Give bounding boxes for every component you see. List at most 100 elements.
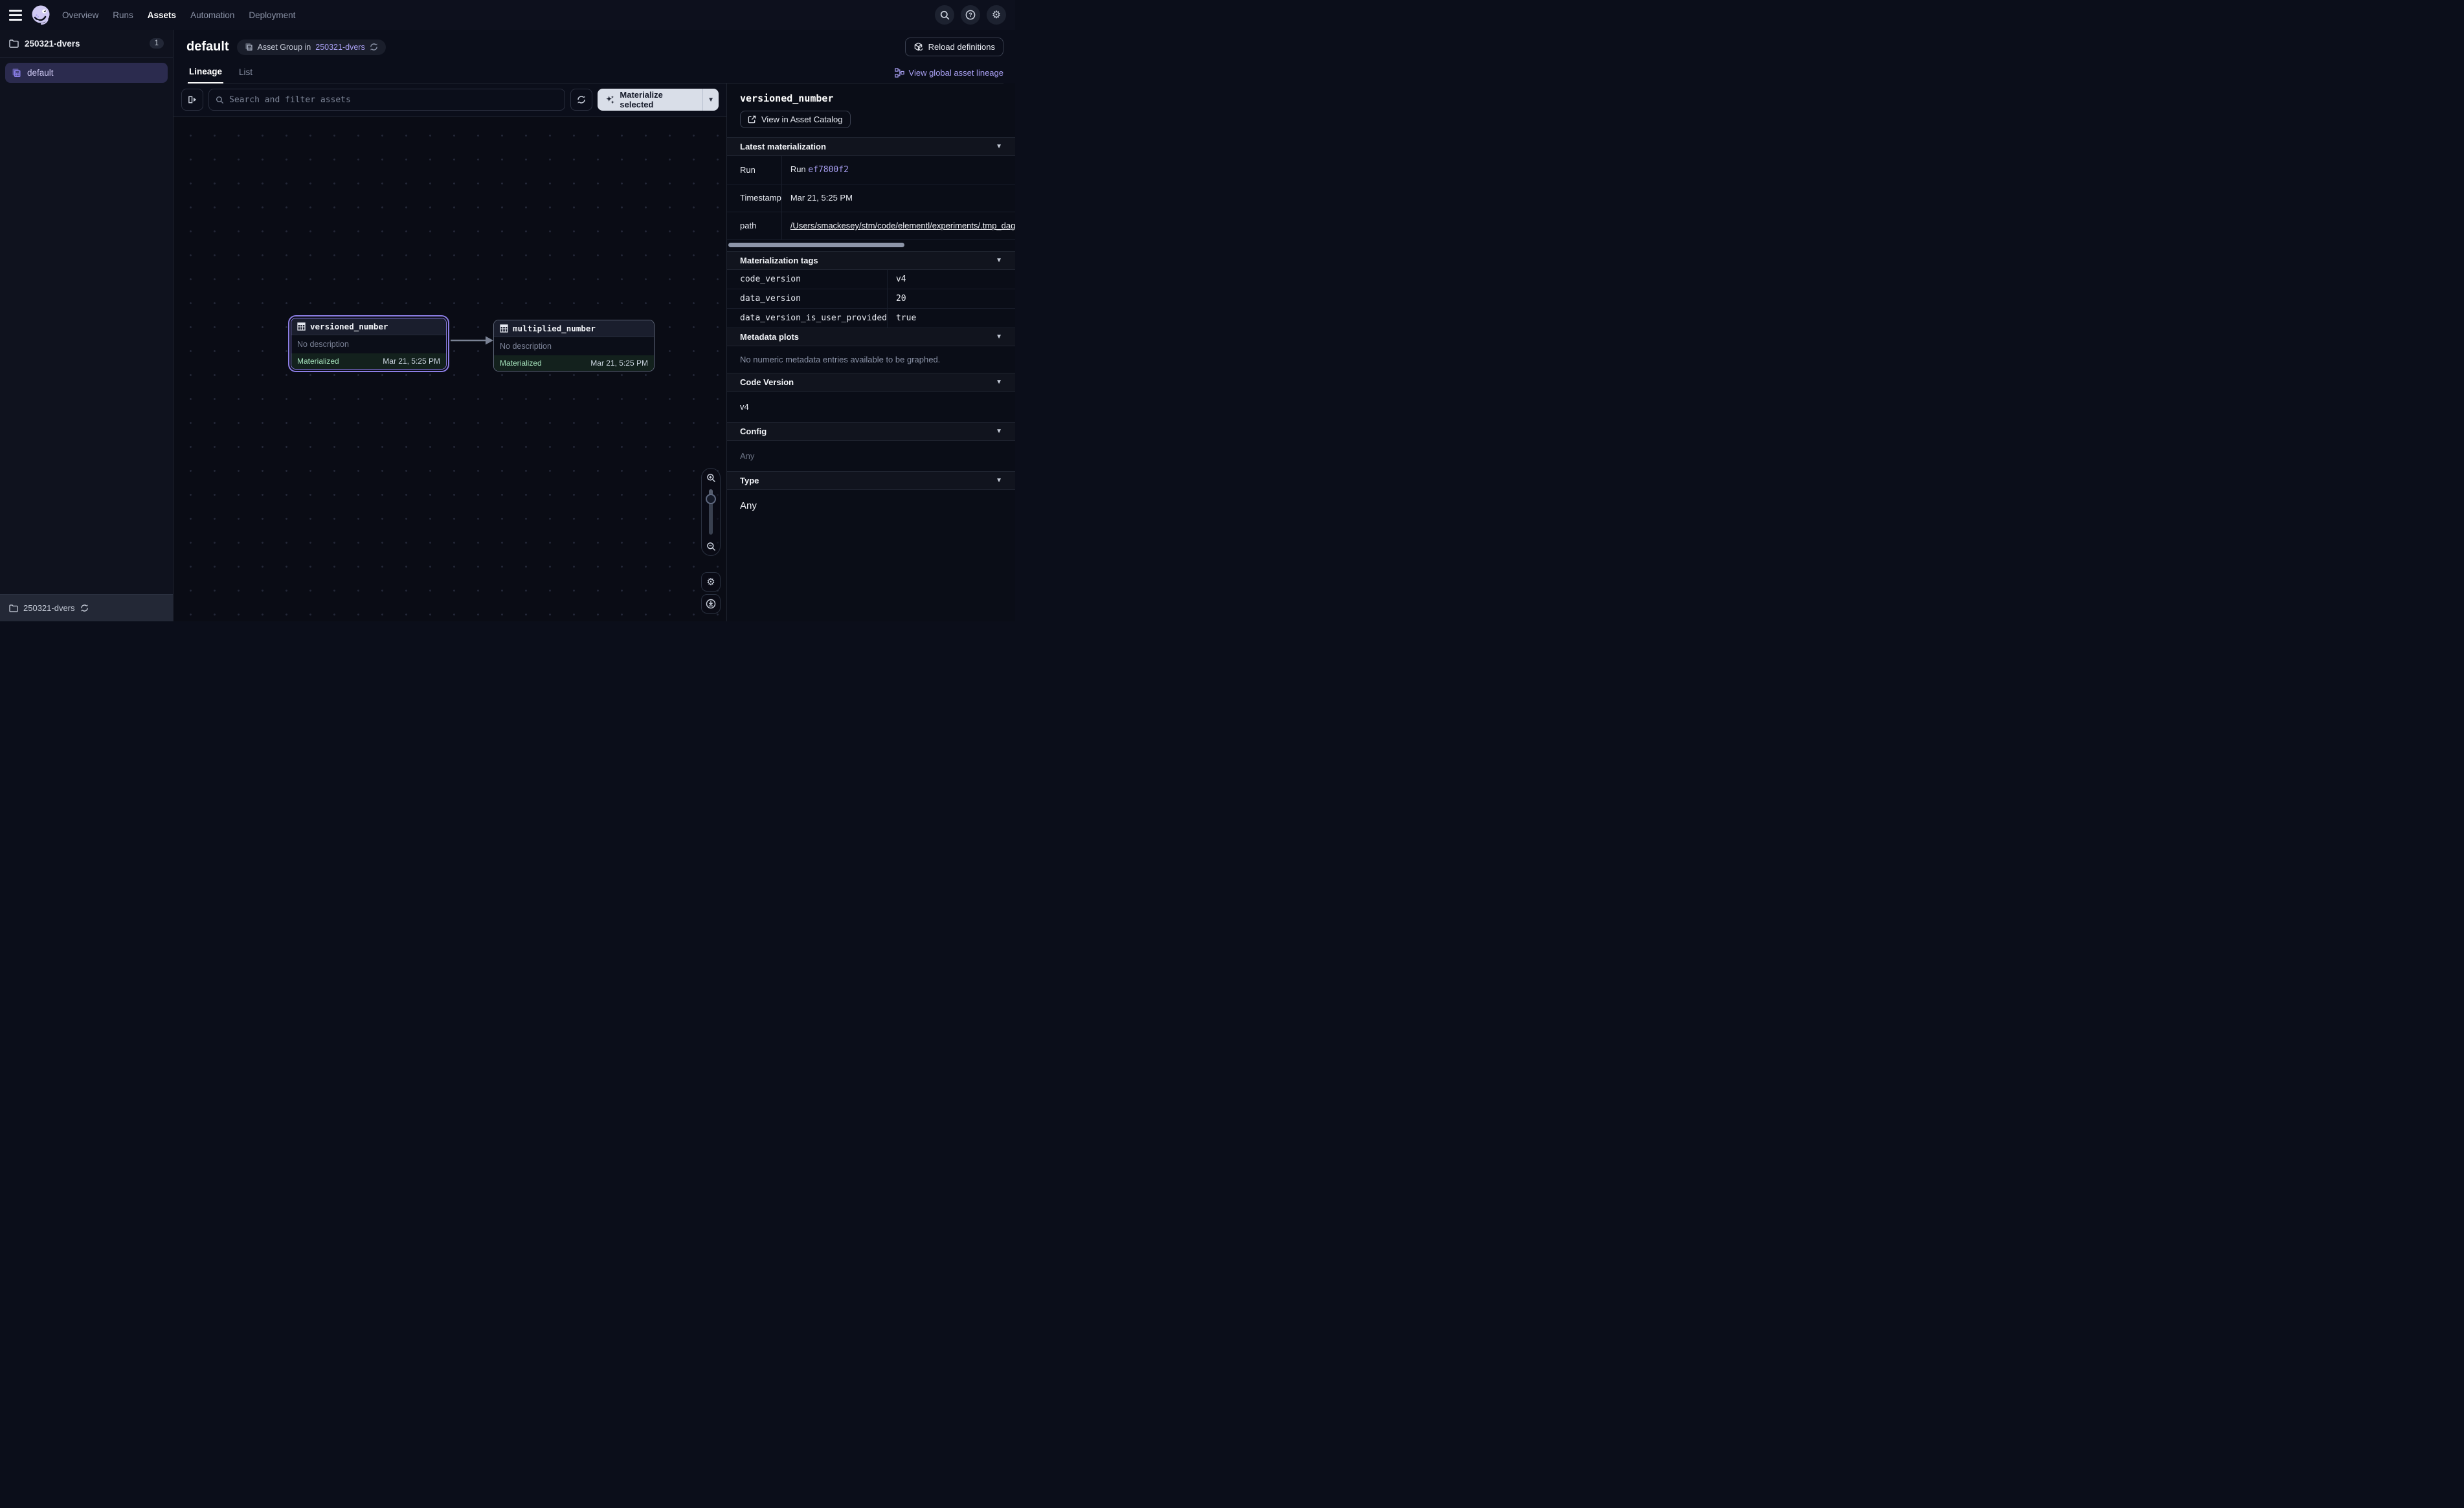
zoom-slider-knob[interactable] — [706, 494, 716, 504]
run-id-link[interactable]: ef7800f2 — [808, 165, 849, 175]
refresh-icon[interactable] — [370, 43, 378, 51]
app-root: Overview Runs Assets Automation Deployme… — [0, 0, 1015, 621]
asset-detail-panel: versioned_number View in Asset Catalog L… — [727, 83, 1015, 621]
table-row: data_version 20 — [727, 289, 1015, 309]
table-row: Run Run ef7800f2 — [727, 156, 1015, 184]
hamburger-menu-icon[interactable] — [9, 10, 22, 21]
table-row: path /Users/smackesey/stm/code/elementl/… — [727, 212, 1015, 239]
expand-panel-icon[interactable] — [181, 89, 203, 111]
reload-definitions-button[interactable]: Reload definitions — [905, 38, 1003, 56]
asset-group-icon — [12, 68, 21, 78]
dagster-logo-icon[interactable] — [30, 4, 52, 26]
sidebar: 250321-dvers 1 default 250321-dvers — [0, 30, 174, 621]
view-in-asset-catalog-button[interactable]: View in Asset Catalog — [740, 111, 851, 128]
node-status-badge: Materialized — [297, 357, 339, 366]
sparkles-icon — [605, 94, 615, 105]
svg-text:?: ? — [969, 12, 972, 18]
group-label: default — [27, 68, 54, 78]
asset-table-icon — [297, 322, 306, 331]
sidebar-footer: 250321-dvers — [0, 594, 173, 621]
page-title: default — [186, 39, 229, 54]
materialization-tags-table: code_version v4 data_version 20 data_ver… — [727, 270, 1015, 329]
badge-repo-link[interactable]: 250321-dvers — [315, 43, 364, 52]
folder-icon — [9, 604, 18, 612]
section-materialization-tags[interactable]: Materialization tags ▼ — [727, 251, 1015, 270]
table-row: code_version v4 — [727, 270, 1015, 289]
topnav-actions: ? ⚙ — [935, 5, 1006, 25]
refresh-graph-icon[interactable] — [570, 89, 592, 111]
cube-reload-icon — [913, 42, 923, 52]
graph-settings-gear-icon[interactable]: ⚙ — [701, 572, 721, 592]
tab-lineage[interactable]: Lineage — [188, 63, 223, 83]
help-icon[interactable]: ? — [961, 5, 980, 25]
metadata-plots-empty-message: No numeric metadata entries available to… — [727, 346, 1015, 373]
tab-list[interactable]: List — [238, 63, 254, 83]
table-row: data_version_is_user_provided true — [727, 309, 1015, 328]
repo-name: 250321-dvers — [25, 39, 144, 49]
download-graph-icon[interactable] — [701, 594, 721, 614]
nav-item-assets[interactable]: Assets — [148, 10, 176, 20]
code-version-value: v4 — [727, 392, 1015, 422]
section-config[interactable]: Config ▼ — [727, 422, 1015, 441]
graph-toolbar: Materialize selected ▼ — [174, 83, 726, 117]
chevron-down-icon: ▼ — [996, 379, 1002, 386]
chevron-down-icon: ▼ — [996, 143, 1002, 150]
nav-item-runs[interactable]: Runs — [113, 10, 133, 20]
top-nav: Overview Runs Assets Automation Deployme… — [0, 0, 1015, 30]
node-description: No description — [291, 335, 446, 353]
lineage-graph-icon — [895, 68, 904, 78]
materialize-label: Materialize selected — [620, 90, 695, 109]
repo-count-badge: 1 — [150, 38, 164, 49]
path-link[interactable]: /Users/smackesey/stm/code/elementl/exper… — [790, 221, 1015, 230]
table-row: Timestamp Mar 21, 5:25 PM — [727, 184, 1015, 212]
asset-node-versioned-number[interactable]: versioned_number No description Material… — [288, 315, 449, 372]
horizontal-scrollbar[interactable] — [728, 243, 904, 247]
materialize-selected-button[interactable]: Materialize selected ▼ — [598, 89, 719, 111]
sidebar-item-default-group[interactable]: default — [5, 63, 168, 83]
external-link-icon — [748, 115, 756, 124]
zoom-control — [701, 468, 721, 556]
nav-item-automation[interactable]: Automation — [190, 10, 234, 20]
lineage-edge-arrow — [449, 335, 496, 346]
node-status-badge: Materialized — [500, 359, 542, 368]
zoom-slider[interactable] — [701, 487, 721, 537]
config-value: Any — [727, 441, 1015, 471]
section-code-version[interactable]: Code Version ▼ — [727, 373, 1015, 392]
chevron-down-icon: ▼ — [996, 257, 1002, 264]
settings-gear-icon[interactable]: ⚙ — [987, 5, 1006, 25]
chevron-down-icon: ▼ — [996, 428, 1002, 435]
search-input[interactable] — [229, 95, 558, 105]
footer-repo-name: 250321-dvers — [23, 603, 75, 613]
node-timestamp: Mar 21, 5:25 PM — [383, 357, 440, 366]
node-timestamp: Mar 21, 5:25 PM — [590, 359, 648, 368]
zoom-in-icon[interactable] — [701, 469, 721, 487]
refresh-icon[interactable] — [80, 604, 89, 612]
materialize-dropdown-caret[interactable]: ▼ — [702, 89, 719, 111]
panel-asset-title: versioned_number — [740, 93, 1002, 104]
asset-search-box — [208, 89, 565, 111]
lineage-canvas[interactable]: versioned_number No description Material… — [174, 117, 726, 621]
latest-materialization-table: Run Run ef7800f2 Timestamp Mar 21, 5:25 … — [727, 156, 1015, 240]
nav-item-deployment[interactable]: Deployment — [249, 10, 295, 20]
search-icon — [216, 96, 224, 104]
sidebar-repo-row[interactable]: 250321-dvers 1 — [0, 30, 173, 58]
section-metadata-plots[interactable]: Metadata plots ▼ — [727, 328, 1015, 346]
search-icon[interactable] — [935, 5, 954, 25]
type-value: Any — [727, 490, 1015, 520]
nav-item-overview[interactable]: Overview — [62, 10, 98, 20]
asset-group-icon — [245, 43, 253, 51]
node-description: No description — [494, 337, 654, 355]
tabs: Lineage List View global asset lineage — [186, 63, 1003, 83]
badge-prefix: Asset Group in — [258, 43, 311, 52]
section-latest-materialization[interactable]: Latest materialization ▼ — [727, 137, 1015, 156]
asset-group-badge: Asset Group in 250321-dvers — [237, 39, 386, 55]
asset-node-multiplied-number[interactable]: multiplied_number No description Materia… — [493, 320, 655, 371]
reload-definitions-label: Reload definitions — [928, 42, 995, 52]
timestamp-value: Mar 21, 5:25 PM — [781, 184, 1015, 212]
view-global-asset-lineage-link[interactable]: View global asset lineage — [895, 68, 1003, 78]
page-header: default Asset Group in 250321-dvers Relo… — [174, 30, 1015, 83]
chevron-down-icon: ▼ — [996, 477, 1002, 484]
section-type[interactable]: Type ▼ — [727, 471, 1015, 490]
chevron-down-icon: ▼ — [996, 333, 1002, 340]
zoom-out-icon[interactable] — [701, 537, 721, 555]
